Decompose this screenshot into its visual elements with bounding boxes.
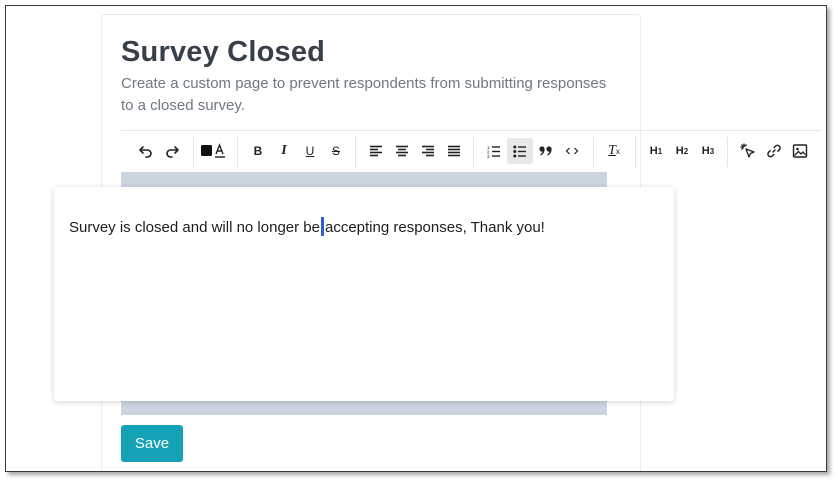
heading-2-label: H <box>675 145 684 157</box>
editor-toolbar: B I U S 123 T x H 1 H 2 H 3 <box>121 130 821 172</box>
code-icon[interactable] <box>559 138 585 164</box>
heading-1-sub: 1 <box>657 146 663 156</box>
align-right-icon[interactable] <box>415 138 441 164</box>
undo-icon[interactable] <box>133 138 159 164</box>
align-left-icon[interactable] <box>363 138 389 164</box>
magic-pointer-icon[interactable] <box>735 138 761 164</box>
bold-icon[interactable]: B <box>245 138 271 164</box>
blockquote-icon[interactable] <box>533 138 559 164</box>
heading-2-button[interactable]: H2 <box>669 138 695 164</box>
link-icon[interactable] <box>761 138 787 164</box>
bold-label: B <box>253 144 263 158</box>
strikethrough-icon[interactable]: S <box>323 138 349 164</box>
clear-format-sub: x <box>615 146 620 156</box>
page-title: Survey Closed <box>121 36 326 68</box>
ordered-list-icon[interactable]: 123 <box>481 138 507 164</box>
heading-1-button[interactable]: H1 <box>643 138 669 164</box>
text-color-icon[interactable] <box>199 138 229 164</box>
text-caret <box>320 217 324 236</box>
editor-text-after-caret: accepting responses, Thank you! <box>324 219 545 236</box>
underline-icon[interactable]: U <box>297 138 323 164</box>
align-justify-icon[interactable] <box>441 138 467 164</box>
underline-label: U <box>305 144 315 158</box>
heading-2-sub: 2 <box>683 146 689 156</box>
editor-text[interactable]: Survey is closed and will no longer be ac… <box>69 217 545 236</box>
editor-content-area[interactable]: Survey is closed and will no longer be ac… <box>54 187 674 401</box>
page-description: Create a custom page to prevent responde… <box>121 75 607 114</box>
clear-format-icon[interactable]: Tx <box>601 138 627 164</box>
strike-label: S <box>331 144 340 158</box>
image-icon[interactable] <box>787 138 813 164</box>
save-button[interactable]: Save <box>121 425 183 462</box>
italic-icon[interactable]: I <box>271 138 297 164</box>
redo-icon[interactable] <box>159 138 185 164</box>
heading-1-label: H <box>649 145 658 157</box>
clear-format-label: T <box>608 143 616 158</box>
heading-3-button[interactable]: H3 <box>695 138 721 164</box>
heading-3-sub: 3 <box>709 146 715 156</box>
editor-text-before-caret: Survey is closed and will no longer be <box>69 219 320 236</box>
heading-3-label: H <box>701 145 710 157</box>
bullet-list-icon[interactable] <box>507 138 533 164</box>
svg-text:3: 3 <box>487 154 490 158</box>
italic-label: I <box>281 143 287 158</box>
align-center-icon[interactable] <box>389 138 415 164</box>
